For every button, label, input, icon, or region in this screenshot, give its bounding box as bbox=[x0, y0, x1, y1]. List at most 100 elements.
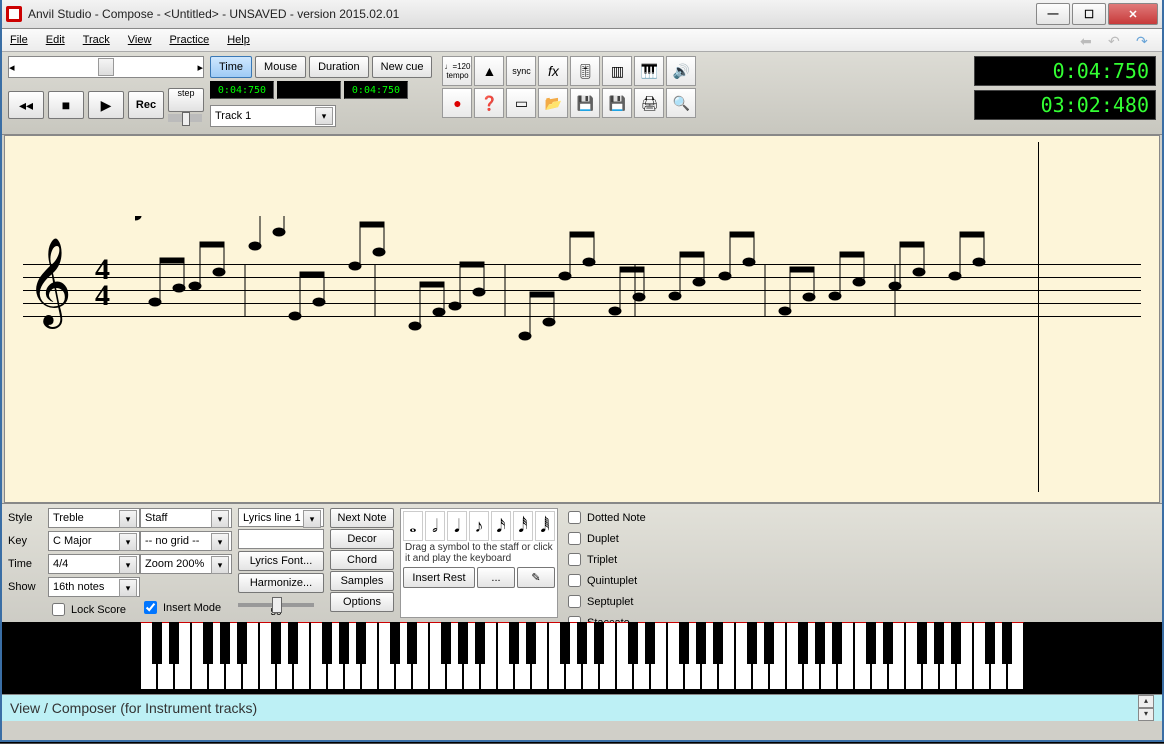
tempo-icon[interactable]: ♩=120tempo bbox=[442, 56, 472, 86]
mode-duration[interactable]: Duration bbox=[309, 56, 369, 78]
metronome-icon[interactable]: ▲ bbox=[474, 56, 504, 86]
record-button[interactable]: Rec bbox=[128, 91, 164, 119]
window-title: Anvil Studio - Compose - <Untitled> - UN… bbox=[28, 7, 399, 21]
maximize-button[interactable]: ☐ bbox=[1072, 3, 1106, 25]
velocity-slider[interactable]: 50 bbox=[238, 597, 314, 618]
decor-button[interactable]: Decor bbox=[330, 529, 394, 549]
status-text: View / Composer (for Instrument tracks) bbox=[10, 700, 257, 716]
open-icon[interactable]: 📂 bbox=[538, 88, 568, 118]
nav-back-icon[interactable]: ⬅ bbox=[1080, 33, 1098, 47]
zoom-select[interactable]: Zoom 200% bbox=[140, 554, 232, 574]
redo-icon[interactable]: ↷ bbox=[1136, 33, 1154, 47]
scroll-down[interactable]: ▾ bbox=[1138, 708, 1154, 721]
minimize-button[interactable]: — bbox=[1036, 3, 1070, 25]
menu-practice[interactable]: Practice bbox=[169, 34, 209, 46]
mode-newcue[interactable]: New cue bbox=[372, 56, 433, 78]
undo-icon[interactable]: ↶ bbox=[1108, 33, 1126, 47]
keyboard-icon[interactable]: 🎹 bbox=[634, 56, 664, 86]
harmonize-button[interactable]: Harmonize... bbox=[238, 573, 324, 593]
timesig-select[interactable]: 4/4 bbox=[48, 554, 140, 574]
options-button[interactable]: Options bbox=[330, 592, 394, 612]
note-palette: 𝅝 𝅗𝅥 𝅘𝅥 ♪ 𝅘𝅥𝅯 𝅘𝅥𝅰 𝅘𝅥𝅱 Drag a symbol to t… bbox=[400, 508, 558, 618]
stop-button[interactable]: ■ bbox=[48, 91, 84, 119]
mode-mouse[interactable]: Mouse bbox=[255, 56, 306, 78]
playhead-cursor[interactable] bbox=[1038, 142, 1039, 492]
audio-icon[interactable]: 🔊 bbox=[666, 56, 696, 86]
next-note-button[interactable]: Next Note bbox=[330, 508, 394, 528]
h-scrollbar[interactable]: ◂▸ bbox=[8, 56, 204, 78]
samples-button[interactable]: Samples bbox=[330, 571, 394, 591]
key-select[interactable]: C Major bbox=[48, 531, 140, 551]
score-area[interactable]: 𝄞 44 bbox=[4, 135, 1160, 503]
time-label: Time bbox=[8, 558, 44, 570]
septuplet-checkbox[interactable]: Septuplet bbox=[564, 592, 646, 611]
big-time-top: 0:04:750 bbox=[974, 56, 1156, 86]
note-quarter[interactable]: 𝅘𝅥 bbox=[447, 511, 467, 541]
tuner-icon[interactable]: 🎚 bbox=[570, 56, 600, 86]
titlebar: Anvil Studio - Compose - <Untitled> - UN… bbox=[2, 0, 1162, 29]
note-eighth[interactable]: ♪ bbox=[469, 511, 489, 541]
duplet-checkbox[interactable]: Duplet bbox=[564, 529, 646, 548]
status-bar: View / Composer (for Instrument tracks) … bbox=[2, 694, 1162, 721]
help-icon[interactable]: ❓ bbox=[474, 88, 504, 118]
lock-score-checkbox[interactable]: Lock Score bbox=[48, 600, 134, 619]
menu-edit[interactable]: Edit bbox=[46, 34, 65, 46]
print-icon[interactable]: 🖨 bbox=[634, 88, 664, 118]
show-select[interactable]: 16th notes bbox=[48, 577, 140, 597]
staff-select[interactable]: Staff bbox=[140, 508, 232, 528]
style-label: Style bbox=[8, 512, 44, 524]
scroll-up[interactable]: ▴ bbox=[1138, 695, 1154, 708]
fx-icon[interactable]: fx bbox=[538, 56, 568, 86]
saveas-icon[interactable]: 💾 bbox=[602, 88, 632, 118]
menubar: File Edit Track View Practice Help ⬅ ↶ ↷ bbox=[2, 29, 1162, 52]
time-display-mid bbox=[277, 81, 341, 99]
pen-button[interactable]: ✎ bbox=[517, 567, 555, 588]
app-icon bbox=[6, 6, 22, 22]
menu-file[interactable]: File bbox=[10, 34, 28, 46]
style-select[interactable]: Treble bbox=[48, 508, 140, 528]
menu-view[interactable]: View bbox=[128, 34, 152, 46]
dotted-checkbox[interactable]: Dotted Note bbox=[564, 508, 646, 527]
close-button[interactable]: ✕ bbox=[1108, 3, 1158, 25]
chord-button[interactable]: Chord bbox=[330, 550, 394, 570]
note-whole[interactable]: 𝅝 bbox=[403, 511, 423, 541]
tool-icons: ♩=120tempo ▲ sync fx 🎚 ▥ 🎹 🔊 ● ❓ ▭ 📂 💾 💾… bbox=[442, 56, 714, 118]
record-icon[interactable]: ● bbox=[442, 88, 472, 118]
sync-icon[interactable]: sync bbox=[506, 56, 536, 86]
triplet-checkbox[interactable]: Triplet bbox=[564, 550, 646, 569]
big-time-bottom: 03:02:480 bbox=[974, 90, 1156, 120]
menu-track[interactable]: Track bbox=[83, 34, 110, 46]
rewind-button[interactable]: ◂◂ bbox=[8, 91, 44, 119]
time-display-right: 0:04:750 bbox=[344, 81, 408, 99]
step-button[interactable]: step bbox=[168, 88, 204, 112]
grid-select[interactable]: -- no grid -- bbox=[140, 531, 232, 551]
more-button[interactable]: ... bbox=[477, 567, 515, 588]
menu-help[interactable]: Help bbox=[227, 34, 250, 46]
zoom-icon[interactable]: 🔍 bbox=[666, 88, 696, 118]
key-label: Key bbox=[8, 535, 44, 547]
insert-mode-checkbox[interactable]: Insert Mode bbox=[140, 598, 232, 617]
mode-time[interactable]: Time bbox=[210, 56, 252, 78]
track-select[interactable]: Track 1 bbox=[210, 105, 336, 127]
note-16th[interactable]: 𝅘𝅥𝅯 bbox=[491, 511, 511, 541]
bottom-panel: Style Treble Key C Major Time 4/4 Show 1… bbox=[2, 503, 1162, 622]
quintuplet-checkbox[interactable]: Quintuplet bbox=[564, 571, 646, 590]
time-display-left: 0:04:750 bbox=[210, 81, 274, 99]
note-half[interactable]: 𝅗𝅥 bbox=[425, 511, 445, 541]
insert-rest-button[interactable]: Insert Rest bbox=[403, 567, 475, 588]
new-icon[interactable]: ▭ bbox=[506, 88, 536, 118]
toolbar: ◂▸ ◂◂ ■ ▶ Rec step Time Mouse Duration N… bbox=[2, 52, 1162, 135]
piano-keyboard[interactable] bbox=[2, 622, 1162, 694]
lyrics-line-select[interactable]: Lyrics line 1 bbox=[238, 508, 324, 527]
palette-hint: Drag a symbol to the staff or click it a… bbox=[403, 541, 555, 565]
synth-icon[interactable]: ▥ bbox=[602, 56, 632, 86]
save-icon[interactable]: 💾 bbox=[570, 88, 600, 118]
play-button[interactable]: ▶ bbox=[88, 91, 124, 119]
show-label: Show bbox=[8, 581, 44, 593]
notes bbox=[135, 216, 1015, 416]
note-32nd[interactable]: 𝅘𝅥𝅰 bbox=[513, 511, 533, 541]
step-slider[interactable] bbox=[168, 114, 202, 122]
lyrics-input[interactable] bbox=[238, 529, 324, 548]
note-64th[interactable]: 𝅘𝅥𝅱 bbox=[535, 511, 555, 541]
lyrics-font-button[interactable]: Lyrics Font... bbox=[238, 551, 324, 571]
